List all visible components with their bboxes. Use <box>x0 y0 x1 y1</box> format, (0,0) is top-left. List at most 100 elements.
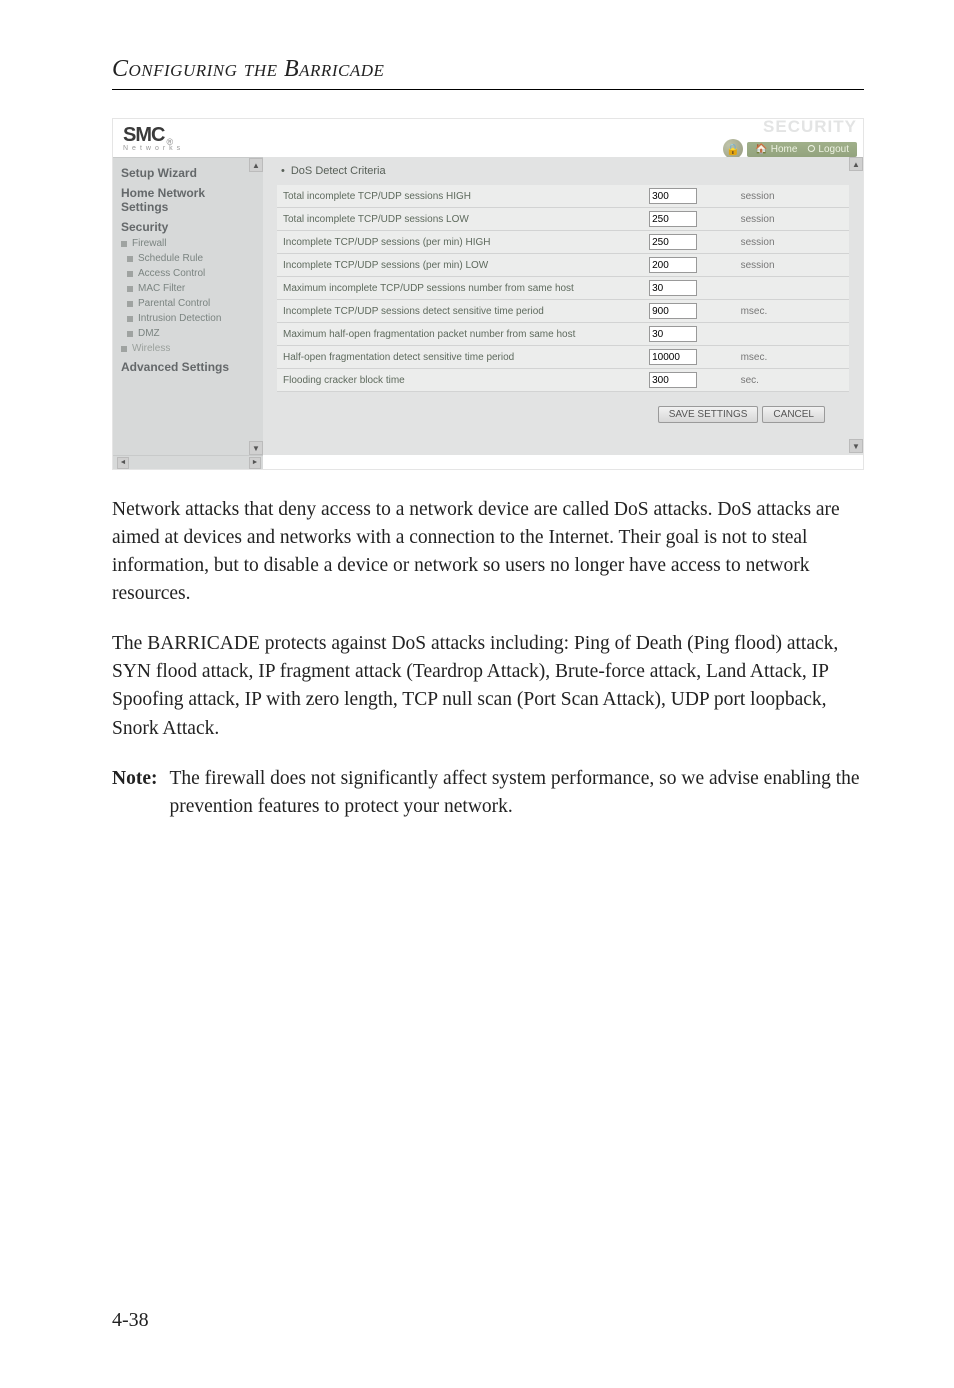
row-label: Incomplete TCP/UDP sessions (per min) HI… <box>277 231 643 254</box>
page-number: 4-38 <box>112 1309 149 1332</box>
sidebar-item-advanced-settings[interactable]: Advanced Settings <box>113 356 263 376</box>
note-label: Note: <box>112 765 157 821</box>
row-unit <box>735 323 849 346</box>
bullet-icon <box>127 271 133 277</box>
row-label: Maximum half-open fragmentation packet n… <box>277 323 643 346</box>
table-row: Total incomplete TCP/UDP sessions LOW ses… <box>277 208 849 231</box>
bullet-icon <box>127 301 133 307</box>
table-row: Incomplete TCP/UDP sessions (per min) HI… <box>277 231 849 254</box>
note-text: The firewall does not significantly affe… <box>169 765 864 821</box>
header-section-word: SECURITY <box>763 118 857 137</box>
bullet-icon <box>127 256 133 262</box>
table-row: Incomplete TCP/UDP sessions detect sensi… <box>277 300 849 323</box>
sidebar-item-dmz[interactable]: DMZ <box>113 326 263 341</box>
row-label: Half-open fragmentation detect sensitive… <box>277 346 643 369</box>
note-block: Note: The firewall does not significantl… <box>112 765 864 821</box>
row-unit: session <box>735 185 849 208</box>
sidebar: ▲ Setup Wizard Home Network Settings Sec… <box>113 157 263 455</box>
row-value-cell <box>643 208 735 231</box>
bullet-icon <box>127 286 133 292</box>
value-input[interactable] <box>649 372 697 388</box>
row-value-cell <box>643 277 735 300</box>
sidebar-item-parental-control[interactable]: Parental Control <box>113 296 263 311</box>
row-value-cell <box>643 369 735 392</box>
sidebar-item-intrusion-detection[interactable]: Intrusion Detection <box>113 311 263 326</box>
screenshot-bottom-scrollbar: ◄ ► <box>113 455 263 469</box>
row-unit: sec. <box>735 369 849 392</box>
value-input[interactable] <box>649 188 697 204</box>
home-link[interactable]: 🏠Home <box>755 144 797 155</box>
table-row: Total incomplete TCP/UDP sessions HIGH se… <box>277 185 849 208</box>
bullet-icon <box>127 331 133 337</box>
row-value-cell <box>643 323 735 346</box>
sidebar-item-mac-filter[interactable]: MAC Filter <box>113 281 263 296</box>
title-divider <box>112 89 864 90</box>
bullet-icon <box>121 241 127 247</box>
logo-subtext: Networks <box>123 145 184 152</box>
row-unit: msec. <box>735 346 849 369</box>
sidebar-item-access-control[interactable]: Access Control <box>113 266 263 281</box>
row-label: Incomplete TCP/UDP sessions (per min) LO… <box>277 254 643 277</box>
value-input[interactable] <box>649 211 697 227</box>
row-unit: msec. <box>735 300 849 323</box>
hscroll-left-icon[interactable]: ◄ <box>117 457 129 469</box>
row-unit: session <box>735 254 849 277</box>
panel-scroll-down-icon[interactable]: ▼ <box>849 439 863 453</box>
paragraph-2: The BARRICADE protects against DoS attac… <box>112 630 864 742</box>
row-value-cell <box>643 185 735 208</box>
row-value-cell <box>643 254 735 277</box>
title-prefix: Configuring the <box>112 56 284 82</box>
sidebar-item-home-network-settings[interactable]: Home Network Settings <box>113 182 263 216</box>
screenshot-header: SMC ® Networks SECURITY 🔒 🏠Home ⭘Logout <box>113 119 863 157</box>
bullet-icon <box>127 316 133 322</box>
row-label: Incomplete TCP/UDP sessions detect sensi… <box>277 300 643 323</box>
value-input[interactable] <box>649 303 697 319</box>
row-value-cell <box>643 300 735 323</box>
row-value-cell <box>643 231 735 254</box>
main-panel: ▲ DoS Detect Criteria Total incomplete T… <box>263 157 863 455</box>
value-input[interactable] <box>649 257 697 273</box>
logout-link[interactable]: ⭘Logout <box>807 144 849 155</box>
section-heading: DoS Detect Criteria <box>281 165 849 177</box>
value-input[interactable] <box>649 234 697 250</box>
router-ui-screenshot: SMC ® Networks SECURITY 🔒 🏠Home ⭘Logout … <box>112 118 864 470</box>
cancel-button[interactable]: CANCEL <box>762 406 825 423</box>
table-row: Incomplete TCP/UDP sessions (per min) LO… <box>277 254 849 277</box>
logout-icon: ⭘ <box>807 144 815 155</box>
table-row: Maximum half-open fragmentation packet n… <box>277 323 849 346</box>
smc-logo: SMC ® Networks <box>123 124 184 152</box>
row-unit: session <box>735 231 849 254</box>
bullet-icon <box>121 346 127 352</box>
row-label: Maximum incomplete TCP/UDP sessions numb… <box>277 277 643 300</box>
row-label: Flooding cracker block time <box>277 369 643 392</box>
table-row: Half-open fragmentation detect sensitive… <box>277 346 849 369</box>
hscroll-right-icon[interactable]: ► <box>249 457 261 469</box>
sidebar-item-setup-wizard[interactable]: Setup Wizard <box>113 162 263 182</box>
logo-text: SMC <box>123 124 164 147</box>
value-input[interactable] <box>649 280 697 296</box>
sidebar-scroll-down-icon[interactable]: ▼ <box>249 441 263 455</box>
title-main: Barricade <box>284 56 384 82</box>
dos-criteria-table: Total incomplete TCP/UDP sessions HIGH se… <box>277 185 849 392</box>
sidebar-scroll-up-icon[interactable]: ▲ <box>249 158 263 172</box>
sidebar-item-security[interactable]: Security <box>113 216 263 236</box>
table-row: Maximum incomplete TCP/UDP sessions numb… <box>277 277 849 300</box>
lock-icon: 🔒 <box>723 139 743 159</box>
row-value-cell <box>643 346 735 369</box>
value-input[interactable] <box>649 326 697 342</box>
top-links-bar: 🏠Home ⭘Logout <box>747 142 857 157</box>
home-icon: 🏠 <box>755 144 767 155</box>
save-settings-button[interactable]: SAVE SETTINGS <box>658 406 759 423</box>
sidebar-item-firewall[interactable]: Firewall <box>113 236 263 251</box>
page-title: Configuring the Barricade <box>112 56 864 83</box>
paragraph-1: Network attacks that deny access to a ne… <box>112 496 864 608</box>
row-unit: session <box>735 208 849 231</box>
panel-scroll-up-icon[interactable]: ▲ <box>849 157 863 171</box>
table-row: Flooding cracker block time sec. <box>277 369 849 392</box>
row-label: Total incomplete TCP/UDP sessions HIGH <box>277 185 643 208</box>
sidebar-item-wireless[interactable]: Wireless <box>113 341 263 356</box>
row-label: Total incomplete TCP/UDP sessions LOW <box>277 208 643 231</box>
sidebar-item-schedule-rule[interactable]: Schedule Rule <box>113 251 263 266</box>
value-input[interactable] <box>649 349 697 365</box>
row-unit <box>735 277 849 300</box>
